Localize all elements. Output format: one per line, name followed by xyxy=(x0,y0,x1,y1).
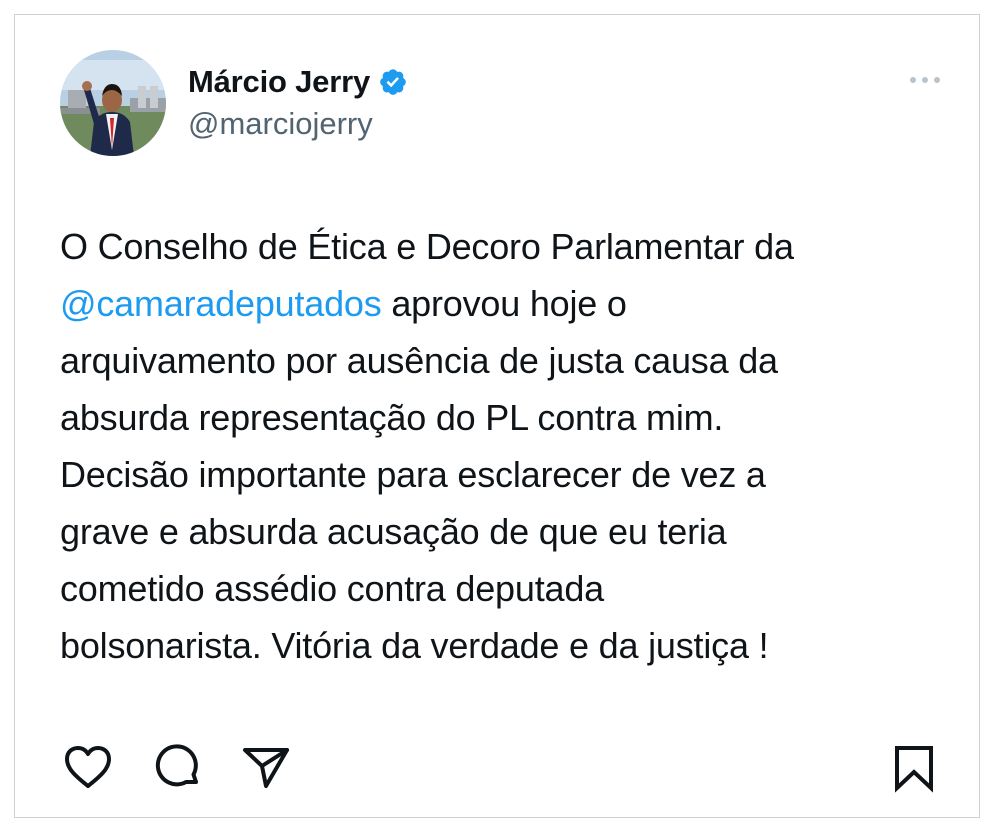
mention-link[interactable]: @camaradeputados xyxy=(60,283,382,324)
more-options-icon[interactable] xyxy=(904,66,946,94)
tweet-line: @camaradeputados aprovou hoje o xyxy=(60,275,940,332)
tweet-line: cometido assédio contra deputada xyxy=(60,568,604,609)
tweet-line-rest: aprovou hoje o xyxy=(381,283,627,324)
tweet-line: absurda representação do PL contra mim. xyxy=(60,397,724,438)
tweet-line: O Conselho de Ética e Decoro Parlamentar… xyxy=(60,226,794,267)
tweet-line: grave e absurda acusação de que eu teria xyxy=(60,511,727,552)
heart-icon[interactable] xyxy=(62,742,114,794)
tweet-text: O Conselho de Ética e Decoro Parlamentar… xyxy=(60,218,940,674)
tweet-line: arquivamento por ausência de justa causa… xyxy=(60,340,778,381)
send-arrow-icon[interactable] xyxy=(240,742,292,794)
tweet-line: Decisão importante para esclarecer de ve… xyxy=(60,454,766,495)
bookmark-icon[interactable] xyxy=(888,742,940,794)
display-name[interactable]: Márcio Jerry xyxy=(188,64,370,100)
avatar[interactable] xyxy=(60,50,166,156)
user-handle[interactable]: @marciojerry xyxy=(188,106,373,142)
tweet-line: bolsonarista. Vitória da verdade e da ju… xyxy=(60,625,769,666)
verified-badge-icon xyxy=(380,69,406,95)
comment-bubble-icon[interactable] xyxy=(152,742,204,794)
